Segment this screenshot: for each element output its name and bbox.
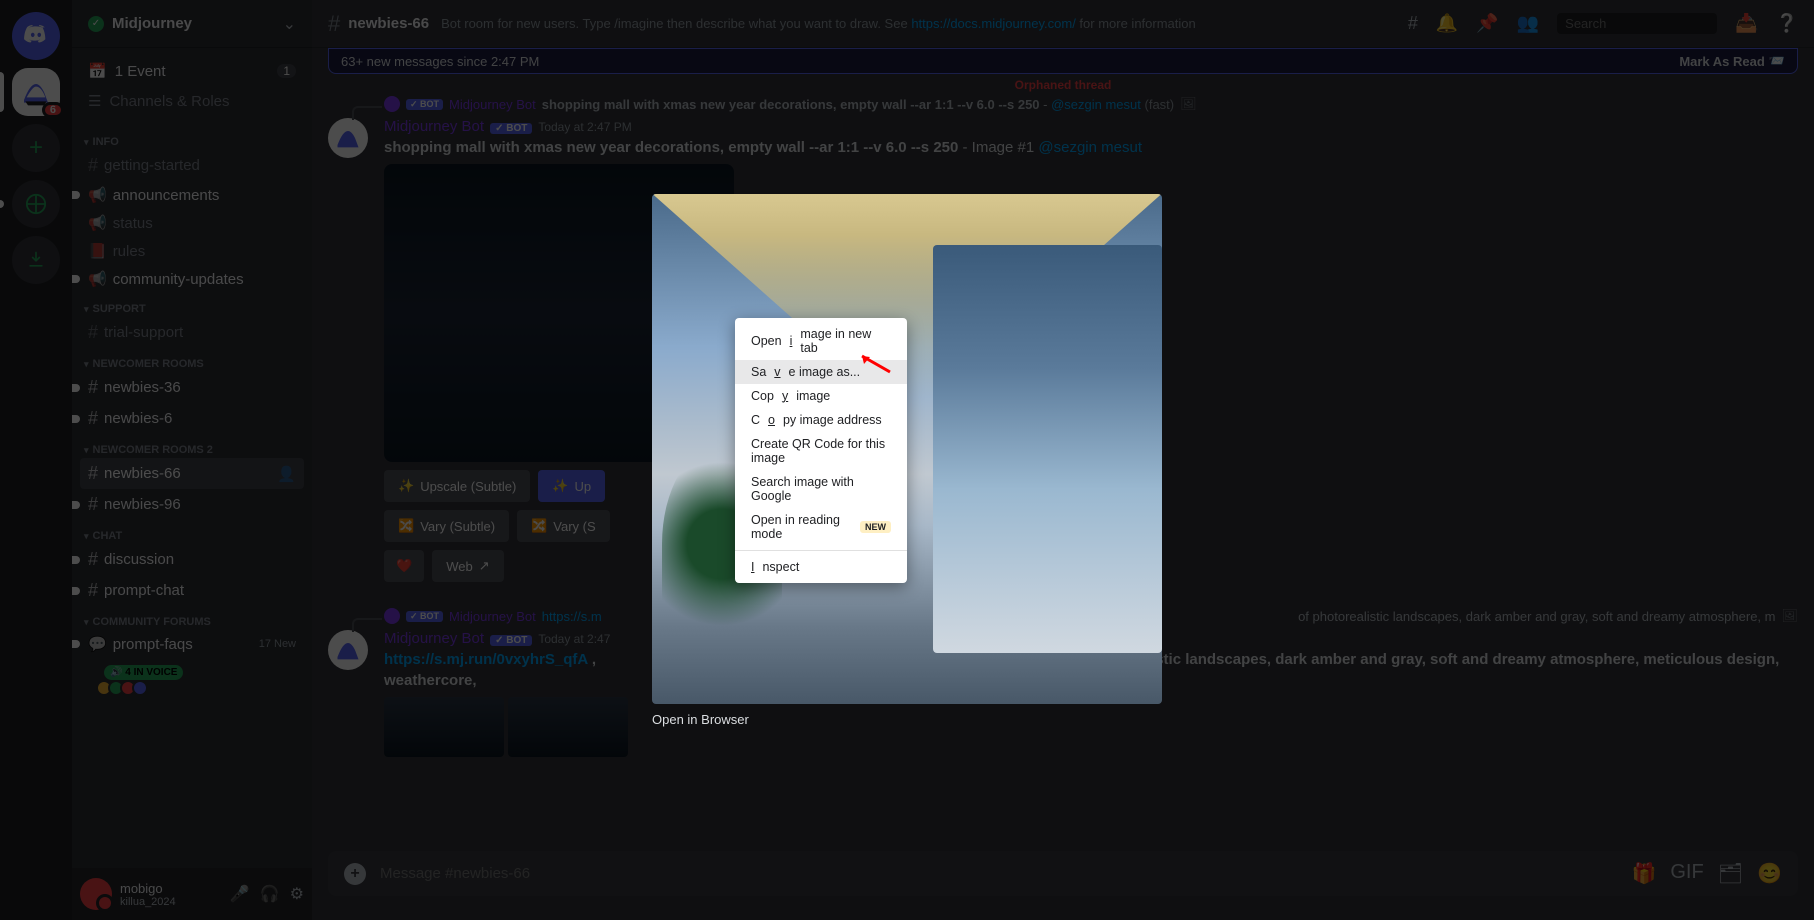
ctx-reading-mode[interactable]: Open in reading modeNEW	[735, 508, 907, 546]
ctx-copy-image-address[interactable]: Copy image address	[735, 408, 907, 432]
ctx-save-image-as[interactable]: Save image as...	[735, 360, 907, 384]
separator	[735, 550, 907, 551]
ctx-search-google[interactable]: Search image with Google	[735, 470, 907, 508]
ctx-copy-image[interactable]: Copy image	[735, 384, 907, 408]
open-in-browser-link[interactable]: Open in Browser	[652, 712, 1162, 727]
new-badge: NEW	[860, 521, 891, 533]
image-viewer-overlay[interactable]: Open in Browser	[0, 0, 1814, 920]
ctx-open-new-tab[interactable]: Open image in new tab	[735, 322, 907, 360]
ctx-create-qr[interactable]: Create QR Code for this image	[735, 432, 907, 470]
enlarged-image[interactable]	[652, 194, 1162, 704]
context-menu: Open image in new tab Save image as... C…	[735, 318, 907, 583]
ctx-inspect[interactable]: Inspect	[735, 555, 907, 579]
